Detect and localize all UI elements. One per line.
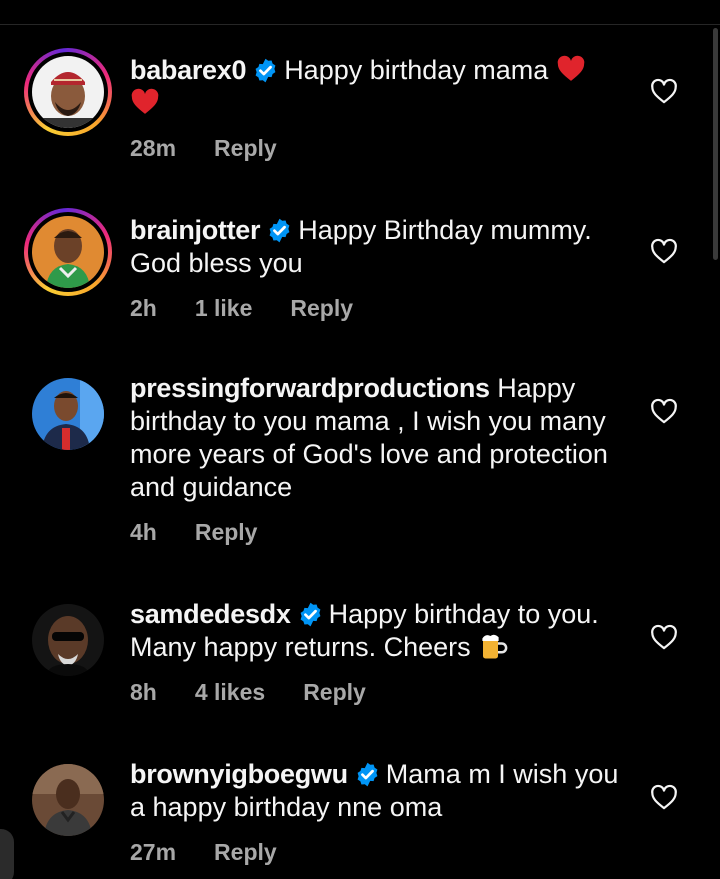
like-heart-icon[interactable] (650, 238, 678, 264)
avatar[interactable] (32, 378, 104, 450)
comment-likes[interactable]: 1 like (195, 295, 253, 321)
like-heart-icon[interactable] (650, 624, 678, 650)
top-divider (0, 24, 720, 25)
reply-button[interactable]: Reply (214, 839, 277, 865)
red-heart-icon (130, 87, 160, 117)
story-ring[interactable] (24, 208, 112, 296)
comment-text-block: babarex0 Happy birthday mama (130, 54, 630, 120)
like-heart-icon[interactable] (650, 78, 678, 104)
comment-time: 2h (130, 295, 157, 321)
comment-time: 8h (130, 679, 157, 705)
floating-tab-edge[interactable] (0, 829, 14, 879)
like-heart-icon[interactable] (650, 784, 678, 810)
reply-button[interactable]: Reply (214, 135, 277, 161)
reply-button[interactable]: Reply (290, 295, 353, 321)
avatar[interactable] (32, 216, 104, 288)
comment-meta: 28m Reply (130, 134, 630, 162)
comment-username[interactable]: samdedesdx (130, 599, 291, 629)
comment-text-block: pressingforwardproductions Happy birthda… (130, 372, 630, 504)
comment-likes[interactable]: 4 likes (195, 679, 265, 705)
comment-meta: 2h 1 like Reply (130, 294, 630, 322)
avatar[interactable] (32, 56, 104, 128)
comment-text-block: brownyigboegwu Mama m I wish you a happy … (130, 758, 630, 824)
story-ring[interactable] (24, 48, 112, 136)
avatar[interactable] (32, 764, 104, 836)
comment-username[interactable]: babarex0 (130, 55, 246, 85)
reply-button[interactable]: Reply (195, 519, 258, 545)
verified-badge-icon (266, 217, 293, 244)
like-heart-icon[interactable] (650, 398, 678, 424)
comment-username[interactable]: brainjotter (130, 215, 261, 245)
comment-body: Happy birthday mama (284, 55, 549, 85)
scrollbar[interactable] (713, 28, 718, 260)
comment-time: 28m (130, 135, 177, 161)
comment-meta: 27m Reply (130, 838, 630, 866)
comment-text-block: brainjotter Happy Birthday mummy. God ble… (130, 214, 630, 280)
verified-badge-icon (252, 57, 279, 84)
comments-screen: babarex0 Happy birthday mama 28m Reply b… (0, 0, 720, 879)
comment-meta: 8h 4 likes Reply (130, 678, 630, 706)
red-heart-icon (556, 54, 586, 84)
verified-badge-icon (354, 761, 381, 788)
verified-badge-icon (297, 601, 324, 628)
beer-mug-icon (478, 631, 508, 661)
comment-username[interactable]: brownyigboegwu (130, 759, 348, 789)
comment-time: 27m (130, 839, 177, 865)
avatar[interactable] (32, 604, 104, 676)
comment-text-block: samdedesdx Happy birthday to you. Many ha… (130, 598, 630, 664)
comment-time: 4h (130, 519, 157, 545)
comment-username[interactable]: pressingforwardproductions (130, 373, 490, 403)
comment-meta: 4h Reply (130, 518, 630, 546)
reply-button[interactable]: Reply (303, 679, 366, 705)
